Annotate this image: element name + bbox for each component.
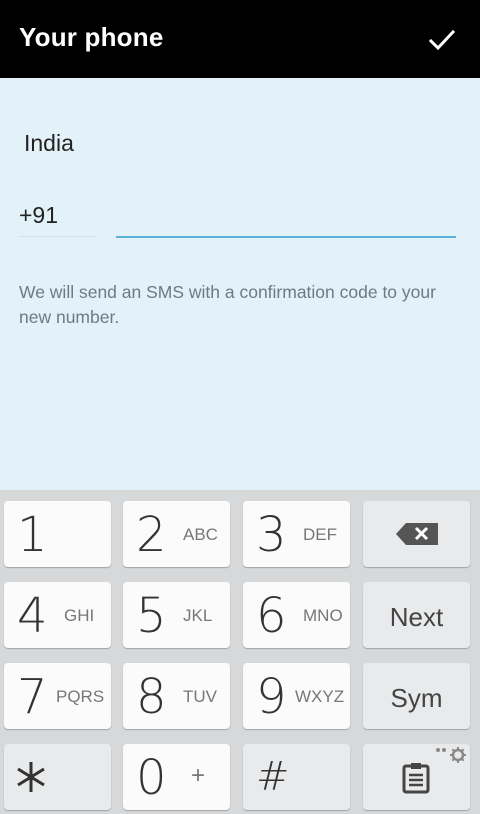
numeric-keyboard: 1 2 ABC 3 DEF 4 GHI 5 JKL 6 MNO Next 7 P… <box>0 490 480 814</box>
key-letters: DEF <box>303 525 337 544</box>
sym-key-label: Sym <box>390 683 443 713</box>
key-4[interactable]: 4 GHI <box>4 582 111 648</box>
key-1[interactable]: 1 <box>4 501 111 567</box>
key-5[interactable]: 5 JKL <box>123 582 230 648</box>
key-digit: 9 <box>256 669 287 725</box>
key-7[interactable]: 7 PQRS <box>4 663 111 729</box>
clipboard-icon <box>402 763 430 794</box>
country-selector[interactable]: India <box>24 130 74 157</box>
backspace-key[interactable] <box>363 501 470 567</box>
key-star[interactable] <box>4 744 111 810</box>
asterisk-icon <box>17 762 45 792</box>
key-letters: + <box>191 762 206 789</box>
page-title: Your phone <box>19 22 164 52</box>
key-letters: TUV <box>183 687 217 706</box>
key-letters: PQRS <box>56 687 105 706</box>
app-bar: Your phone <box>0 0 480 78</box>
check-icon[interactable] <box>428 26 456 54</box>
key-digit: # <box>256 754 290 800</box>
key-letters: JKL <box>183 606 213 625</box>
key-digit: 7 <box>17 669 48 725</box>
key-8[interactable]: 8 TUV <box>123 663 230 729</box>
sms-hint-text: We will send an SMS with a confirmation … <box>19 282 436 327</box>
country-code-underline <box>19 236 95 237</box>
key-9[interactable]: 9 WXYZ <box>243 663 350 729</box>
backspace-icon <box>396 523 438 545</box>
key-letters: GHI <box>64 606 95 625</box>
key-digit: 6 <box>256 588 287 644</box>
clipboard-key[interactable] <box>363 744 470 810</box>
next-key[interactable]: Next <box>363 582 470 648</box>
key-digit: 4 <box>17 588 48 644</box>
key-digit: 8 <box>136 669 167 725</box>
next-key-label: Next <box>389 602 444 632</box>
sym-key[interactable]: Sym <box>363 663 470 729</box>
key-letters: WXYZ <box>295 687 345 706</box>
form-area: India +91 We will send an SMS with a con… <box>0 78 480 490</box>
key-digit: 5 <box>136 588 167 644</box>
key-letters: ABC <box>183 525 218 544</box>
key-3[interactable]: 3 DEF <box>243 501 350 567</box>
key-digit: 0 <box>136 750 167 806</box>
settings-gear-icon <box>436 747 466 763</box>
key-digit: 2 <box>136 507 167 563</box>
phone-number-input[interactable] <box>116 202 456 238</box>
key-2[interactable]: 2 ABC <box>123 501 230 567</box>
key-0[interactable]: 0 + <box>123 744 230 810</box>
key-6[interactable]: 6 MNO <box>243 582 350 648</box>
key-digit: 3 <box>256 507 287 563</box>
key-letters: MNO <box>303 606 343 625</box>
key-hash[interactable]: # <box>243 744 350 810</box>
country-code-field[interactable]: +91 <box>19 202 58 229</box>
key-digit: 1 <box>17 507 48 563</box>
